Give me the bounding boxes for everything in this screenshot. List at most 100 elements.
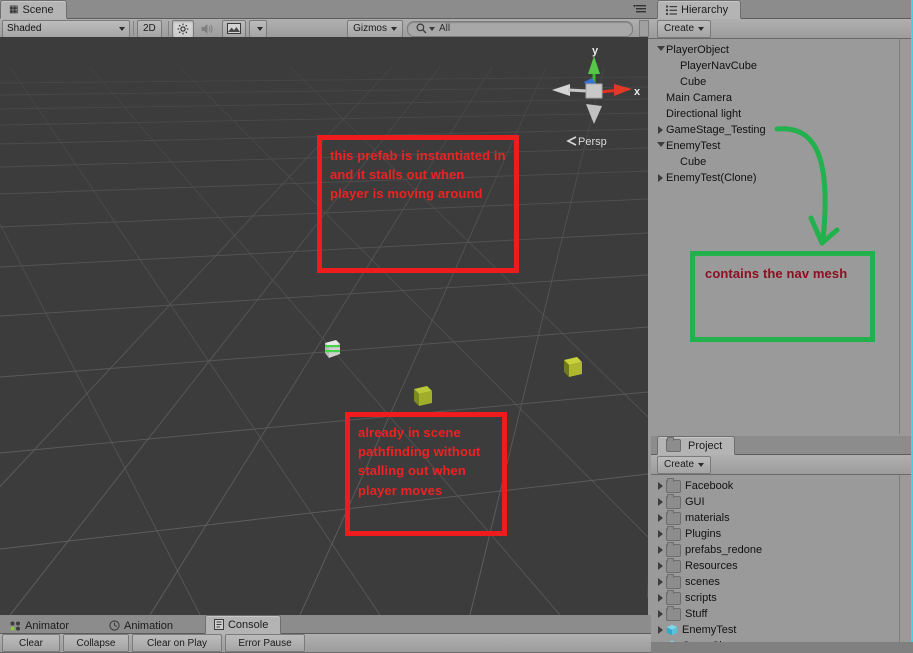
toolbar-divider xyxy=(133,21,134,36)
scene-viewport[interactable]: y x Persp this prefab is instantiated in… xyxy=(0,37,648,615)
tab-project[interactable]: Project xyxy=(657,436,736,455)
hierarchy-item-label: Cube xyxy=(680,76,707,88)
folder-icon xyxy=(666,589,681,605)
grid-icon: ▦ xyxy=(9,3,19,15)
project-item-stuff[interactable]: Stuff xyxy=(651,605,913,622)
effects-dropdown-button[interactable] xyxy=(248,19,267,38)
scene-search-value: All xyxy=(439,23,451,34)
project-tabstrip: Project xyxy=(651,436,913,455)
bottom-tabstrip: Animator Animation Console xyxy=(0,615,651,634)
chevron-right-icon[interactable] xyxy=(655,478,666,494)
tab-console[interactable]: Console xyxy=(204,615,282,634)
hierarchy-item-label: PlayerObject xyxy=(666,44,729,56)
clock-icon xyxy=(109,620,120,631)
chevron-right-icon[interactable] xyxy=(655,558,666,574)
project-item-scenes[interactable]: scenes xyxy=(651,573,913,590)
project-tree[interactable]: Facebook GUI materials Plugins prefabs_redon… xyxy=(651,475,913,642)
scene-search-input[interactable]: All xyxy=(407,20,633,37)
hierarchy-item-cube[interactable]: Cube xyxy=(651,74,913,90)
hierarchy-item-enemytest[interactable]: EnemyTest xyxy=(651,138,913,154)
folder-icon xyxy=(666,525,681,541)
chevron-right-icon[interactable] xyxy=(655,606,666,622)
tab-scene[interactable]: ▦ Scene xyxy=(0,0,67,19)
tab-hierarchy[interactable]: Hierarchy xyxy=(657,0,742,19)
project-item-gameshape[interactable]: GameShape xyxy=(651,638,913,642)
tab-console-label: Console xyxy=(227,618,269,631)
enemy-cube-object xyxy=(414,386,432,406)
project-item-gui[interactable]: GUI xyxy=(651,493,913,510)
chevron-right-icon[interactable] xyxy=(655,122,666,138)
project-item-label: Resources xyxy=(685,560,738,572)
console-clear-button[interactable]: Clear xyxy=(2,634,60,652)
effects-toggle-button[interactable] xyxy=(221,19,246,38)
toggle-2d-button[interactable]: 2D xyxy=(137,19,162,38)
chevron-right-icon[interactable] xyxy=(655,574,666,590)
project-item-prefabs-redone[interactable]: prefabs_redone xyxy=(651,541,913,558)
gizmos-dropdown-button[interactable]: Gizmos xyxy=(347,19,403,38)
hierarchy-item-label: Main Camera xyxy=(666,92,733,104)
hierarchy-item-directional-light[interactable]: Directional light xyxy=(651,106,913,122)
lighting-toggle-button[interactable] xyxy=(171,19,194,38)
hierarchy-item-label: Directional light xyxy=(666,108,742,120)
chevron-right-icon[interactable] xyxy=(655,638,666,642)
annotation-scene-note: already in scene pathfinding without sta… xyxy=(345,412,507,536)
chevron-down-icon-2 xyxy=(256,26,263,31)
project-toolbar: Create xyxy=(651,455,913,475)
tab-animation[interactable]: Animation xyxy=(101,617,185,634)
button-2d-label: 2D xyxy=(143,23,156,34)
prefab-cube-icon xyxy=(666,624,678,636)
chevron-right-icon[interactable] xyxy=(655,526,666,542)
chevron-down-icon[interactable] xyxy=(655,42,666,58)
chevron-right-icon[interactable] xyxy=(655,542,666,558)
chevron-right-icon[interactable] xyxy=(655,622,666,638)
animator-icon xyxy=(10,621,20,631)
tab-animation-label: Animation xyxy=(124,619,173,632)
chevron-right-icon[interactable] xyxy=(655,170,666,186)
folder-icon xyxy=(666,605,681,621)
project-item-label: Facebook xyxy=(685,480,734,492)
hierarchy-item-enemytest-clone[interactable]: EnemyTest(Clone) xyxy=(651,170,913,186)
hierarchy-create-button[interactable]: Create xyxy=(657,19,712,38)
project-item-plugins[interactable]: Plugins xyxy=(651,525,913,542)
console-icon xyxy=(213,619,224,630)
hierarchy-item-playernavcube[interactable]: PlayerNavCube xyxy=(651,58,913,74)
console-error-pause-button[interactable]: Error Pause xyxy=(225,634,305,652)
hierarchy-item-cube[interactable]: Cube xyxy=(651,154,913,170)
project-item-scripts[interactable]: scripts xyxy=(651,589,913,606)
hierarchy-item-playerobject[interactable]: PlayerObject xyxy=(651,42,913,58)
tab-animator[interactable]: Animator xyxy=(2,617,81,634)
chevron-down-icon[interactable] xyxy=(655,138,666,154)
project-item-label: GUI xyxy=(685,496,705,508)
project-item-materials[interactable]: materials xyxy=(651,509,913,526)
chevron-right-icon[interactable] xyxy=(655,590,666,606)
annotation-scene-note-text: already in scene pathfinding without sta… xyxy=(358,425,481,498)
hierarchy-item-label: EnemyTest xyxy=(666,140,721,152)
tab-animator-label: Animator xyxy=(25,619,70,632)
shading-mode-dropdown[interactable]: Shaded xyxy=(2,19,130,38)
project-item-enemytest[interactable]: EnemyTest xyxy=(651,622,913,638)
list-icon xyxy=(666,5,677,15)
hierarchy-panel: Hierarchy Create PlayerObject PlayerNavCu… xyxy=(651,0,913,434)
project-item-facebook[interactable]: Facebook xyxy=(651,477,913,494)
chevron-right-icon[interactable] xyxy=(655,510,666,526)
annotation-prefab-note-text: this prefab is instantiated in and it st… xyxy=(330,148,506,202)
scene-options-icon[interactable] xyxy=(633,4,647,17)
project-create-button[interactable]: Create xyxy=(657,455,712,474)
toolbar-divider-2 xyxy=(167,21,169,36)
hierarchy-item-gamestage-testing[interactable]: GameStage_Testing xyxy=(651,122,913,138)
project-item-resources[interactable]: Resources xyxy=(651,557,913,574)
console-clear-on-play-button[interactable]: Clear on Play xyxy=(132,634,222,652)
console-collapse-button[interactable]: Collapse xyxy=(63,634,129,652)
folder-icon xyxy=(666,437,681,452)
project-item-label: prefabs_redone xyxy=(685,544,763,556)
hierarchy-tree[interactable]: PlayerObject PlayerNavCube Cube Main Camera… xyxy=(651,39,913,434)
search-icon xyxy=(416,23,427,34)
folder-icon xyxy=(666,557,681,573)
toolbar-resize-handle[interactable] xyxy=(639,20,649,37)
hierarchy-item-main-camera[interactable]: Main Camera xyxy=(651,90,913,106)
audio-toggle-button[interactable] xyxy=(197,21,219,37)
console-toolbar: Clear Collapse Clear on Play Error Pause xyxy=(0,634,651,653)
chevron-right-icon[interactable] xyxy=(655,494,666,510)
